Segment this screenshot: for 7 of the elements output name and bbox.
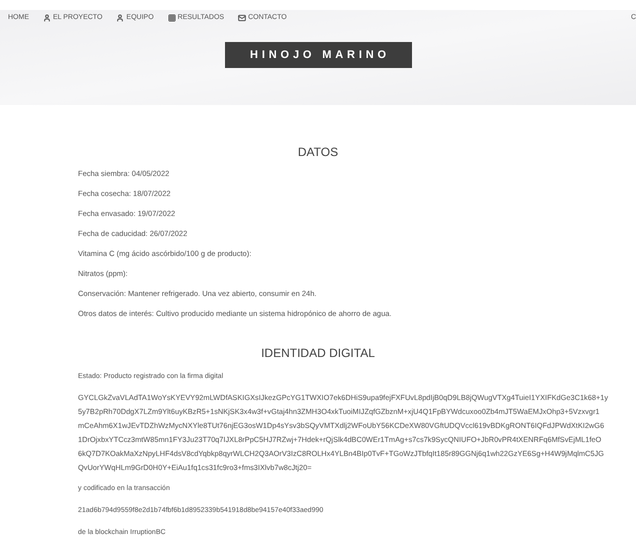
mail-icon [238,14,246,22]
site-title: HINOJO MARINO [224,42,412,68]
section-heading: DATOS [296,144,340,161]
user-icon [43,14,51,22]
user-icon [116,14,124,22]
grid-icon [168,14,176,22]
section-heading: IDENTIDAD DIGITAL [260,345,376,362]
